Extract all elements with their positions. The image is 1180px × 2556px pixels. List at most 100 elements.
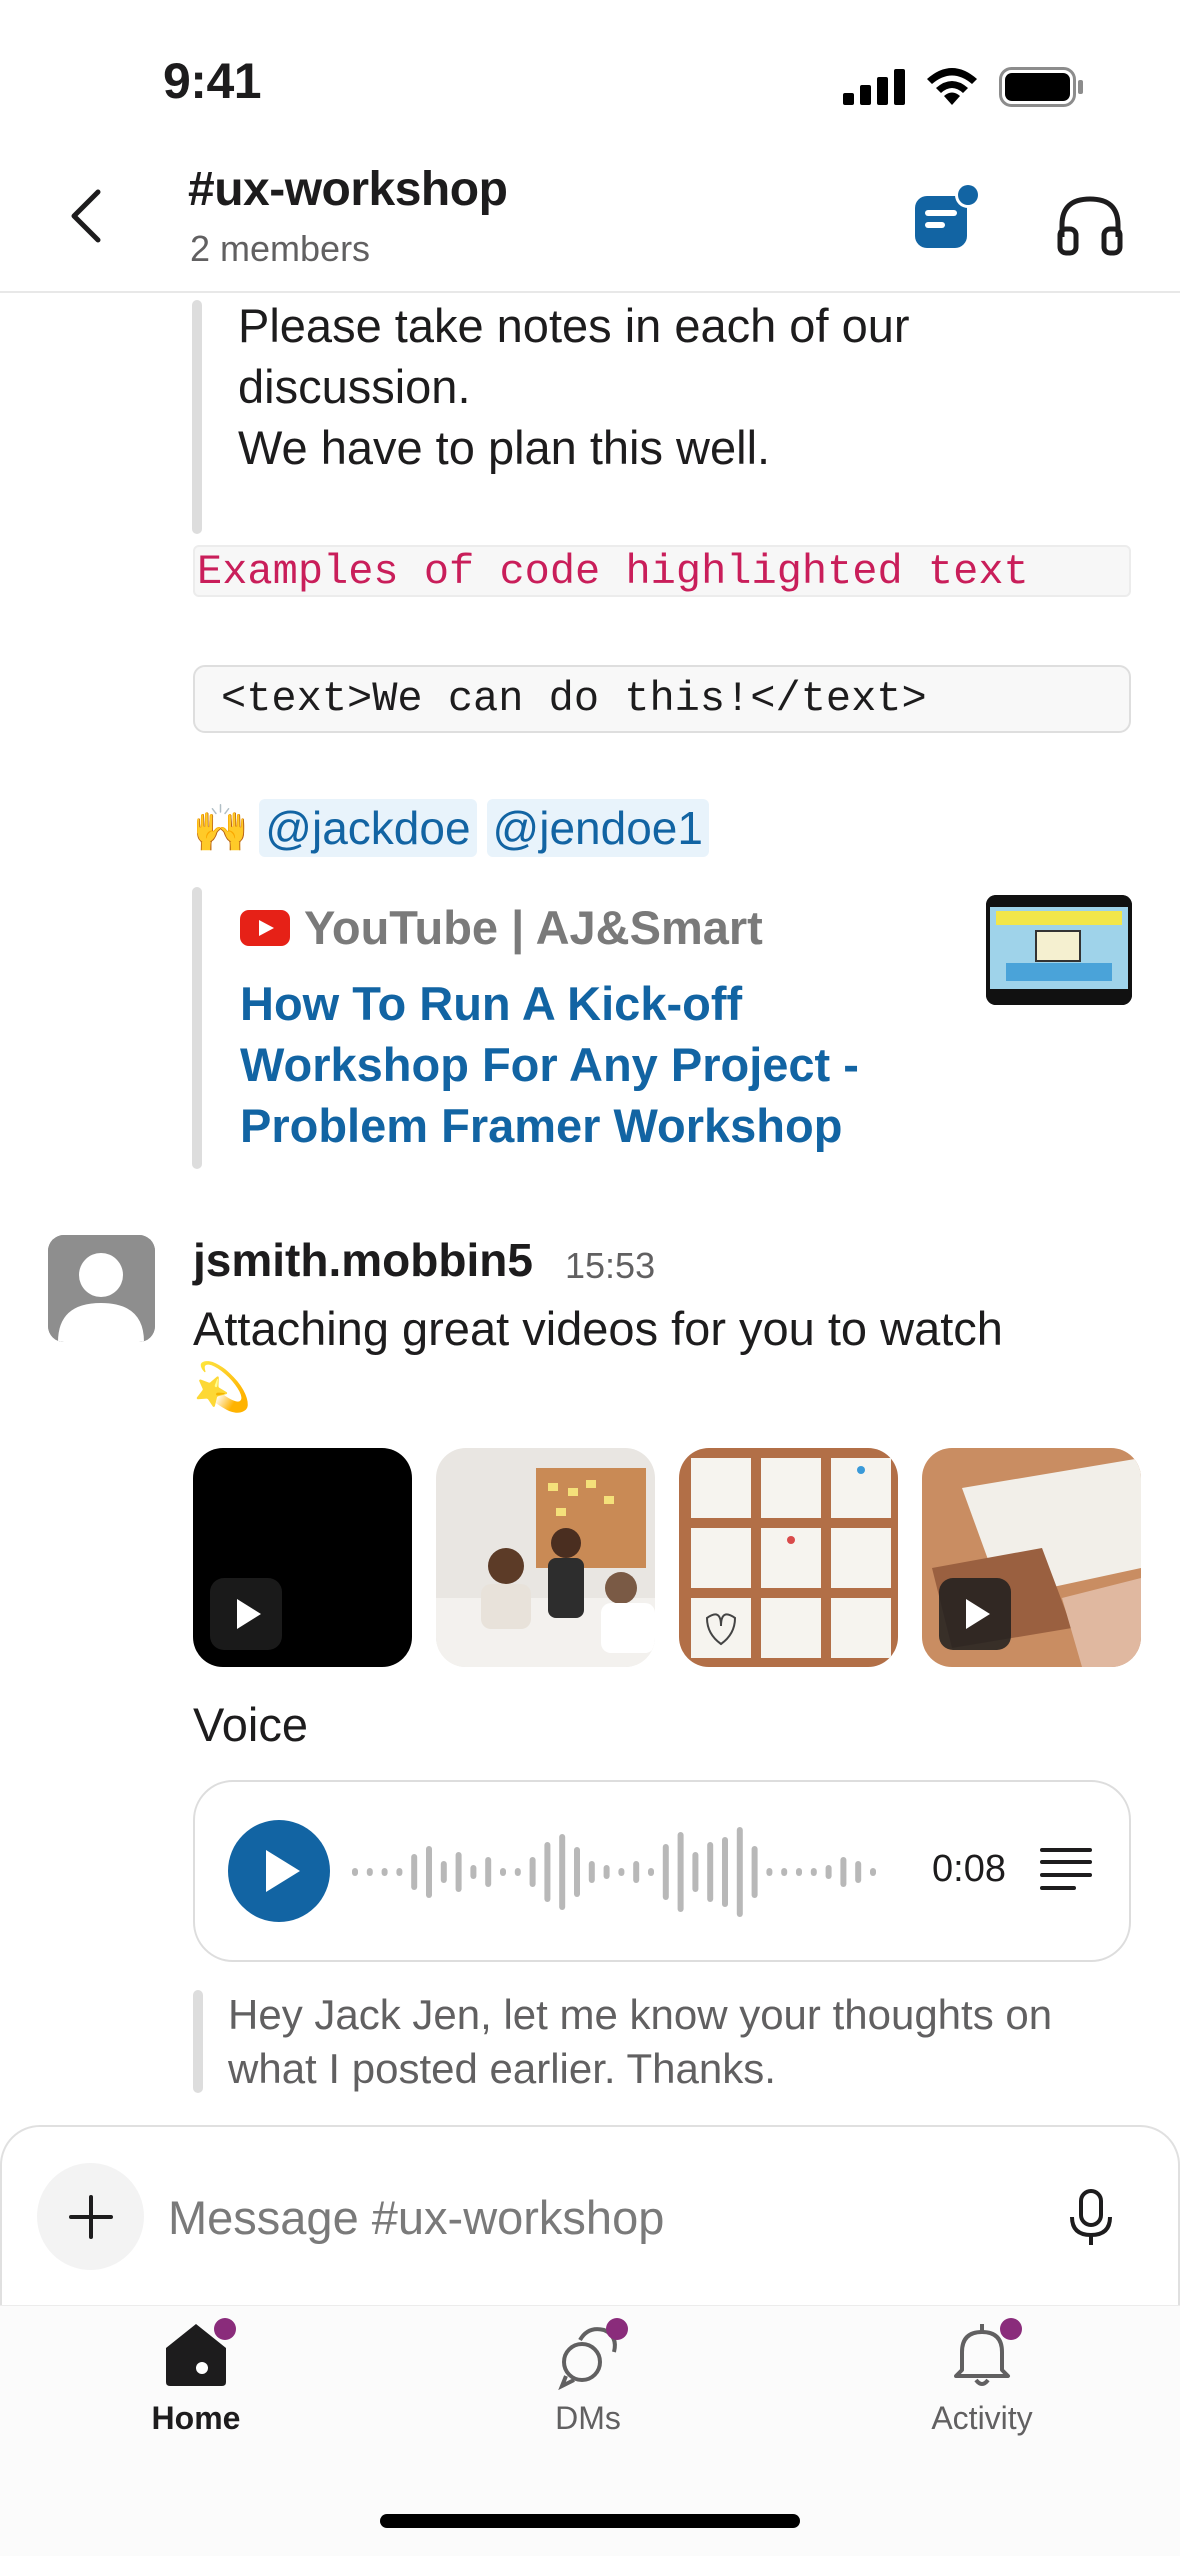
quote-text: Please take notes in each of our discuss… — [238, 295, 910, 478]
avatar[interactable] — [48, 1235, 155, 1342]
video-thumbnail-graphic — [986, 895, 1132, 1005]
voice-duration: 0:08 — [932, 1848, 1006, 1890]
waveform-bar — [366, 1868, 373, 1876]
waveform-bar — [352, 1868, 358, 1876]
back-button[interactable] — [50, 180, 122, 252]
inline-code: Examples of code highlighted text — [193, 545, 1131, 597]
headphones-icon — [1057, 196, 1123, 256]
link-preview-bar — [192, 887, 202, 1169]
waveform-bar — [440, 1861, 447, 1883]
notification-dot — [214, 2318, 236, 2340]
tab-label: Activity — [931, 2400, 1033, 2436]
home-indicator — [380, 2514, 800, 2528]
waveform-bar — [411, 1854, 418, 1890]
message-author[interactable]: jsmith.mobbin5 — [193, 1233, 533, 1287]
waveform[interactable] — [352, 1822, 892, 1922]
waveform-bar — [381, 1868, 388, 1876]
sticky-notes-graphic — [679, 1448, 898, 1667]
raised-hands-emoji: 🙌 — [192, 801, 250, 854]
tab-activity[interactable]: Activity — [882, 2318, 1082, 2458]
video-thumbnail-1[interactable] — [193, 1448, 412, 1667]
waveform-bar — [396, 1868, 403, 1876]
dms-icon — [552, 2318, 628, 2391]
waveform-bar — [544, 1842, 551, 1902]
waveform-bar — [766, 1868, 773, 1876]
code-block: <text>We can do this!</text> — [193, 665, 1131, 733]
waveform-bar — [707, 1842, 714, 1902]
message-input[interactable]: Message #ux-workshop — [168, 2190, 664, 2245]
link-title[interactable]: How To Run A Kick-off Workshop For Any P… — [240, 973, 920, 1156]
mention-jendoe1[interactable]: @jendoe1 — [486, 799, 709, 857]
member-count[interactable]: 2 members — [190, 228, 370, 270]
waveform-bar — [722, 1837, 728, 1907]
waveform-bar — [855, 1861, 862, 1883]
wifi-icon — [927, 68, 977, 105]
notification-dot — [606, 2318, 628, 2340]
message-body: Attaching great videos for you to watch — [193, 1302, 1003, 1355]
link-source: YouTube | AJ&Smart — [240, 900, 763, 955]
link-thumbnail[interactable] — [986, 895, 1132, 1005]
link-title-line: Problem Framer Workshop — [240, 1099, 843, 1152]
waveform-bar — [603, 1865, 610, 1879]
meeting-photo-graphic — [436, 1448, 655, 1667]
waveform-bar — [559, 1834, 566, 1910]
message-text: Attaching great videos for you to watch … — [193, 1300, 1133, 1416]
waveform-bar — [529, 1857, 536, 1887]
tab-dms[interactable]: DMs — [488, 2318, 688, 2458]
waveform-bar — [500, 1868, 506, 1876]
quote-line: Please take notes in each of our — [238, 299, 910, 352]
play-icon — [939, 1578, 1011, 1650]
battery-icon — [999, 67, 1083, 107]
status-icons — [843, 62, 1083, 112]
chevron-left-icon — [71, 189, 101, 243]
link-title-line: How To Run A Kick-off — [240, 977, 743, 1030]
link-title-line: Workshop For Any Project - — [240, 1038, 859, 1091]
canvas-icon — [915, 182, 981, 248]
channel-title[interactable]: #ux-workshop — [188, 162, 508, 217]
transcript-icon[interactable] — [1040, 1848, 1092, 1890]
waveform-bar — [426, 1846, 432, 1898]
waveform-bar — [470, 1865, 477, 1879]
reply-quote-bar — [193, 1990, 203, 2093]
microphone-button[interactable] — [1058, 2185, 1124, 2251]
waveform-bar — [455, 1852, 462, 1892]
microphone-icon — [1070, 2189, 1112, 2245]
waveform-bar — [840, 1857, 847, 1887]
waveform-bar — [574, 1847, 580, 1897]
canvas-button[interactable] — [905, 178, 985, 258]
waveform-bar — [751, 1846, 758, 1898]
add-attachment-button[interactable] — [37, 2163, 144, 2270]
cellular-signal-icon — [843, 69, 905, 105]
waveform-bar — [677, 1832, 684, 1912]
tab-home[interactable]: Home — [96, 2318, 296, 2458]
waveform-bar — [692, 1852, 699, 1892]
waveform-bar — [633, 1861, 640, 1883]
tab-label: Home — [151, 2400, 241, 2436]
notification-dot — [1000, 2318, 1022, 2340]
waveform-bar — [485, 1857, 492, 1887]
bell-icon — [946, 2318, 1022, 2390]
link-source-text: YouTube | AJ&Smart — [304, 901, 763, 954]
channel-header — [0, 150, 1180, 293]
quote-line: We have to plan this well. — [238, 421, 771, 474]
video-thumbnail-4[interactable] — [922, 1448, 1141, 1667]
waveform-bar — [662, 1844, 669, 1900]
image-thumbnail-3[interactable] — [679, 1448, 898, 1667]
waveform-bar — [810, 1868, 817, 1876]
message-time: 15:53 — [565, 1245, 656, 1286]
waveform-bar — [825, 1865, 832, 1879]
home-icon — [160, 2318, 236, 2390]
waveform-bar — [781, 1868, 788, 1876]
voice-play-button[interactable] — [228, 1820, 330, 1922]
dizzy-emoji: 💫 — [193, 1360, 252, 1413]
quote-line: discussion. — [238, 360, 471, 413]
plus-icon — [68, 2194, 113, 2239]
huddle-button[interactable] — [1050, 185, 1130, 265]
image-thumbnail-2[interactable] — [436, 1448, 655, 1667]
youtube-icon — [240, 909, 290, 946]
status-time: 9:41 — [163, 53, 262, 109]
mention-jackdoe[interactable]: @jackdoe — [259, 799, 477, 857]
waveform-bar — [870, 1868, 876, 1876]
waveform-bar — [588, 1861, 595, 1883]
play-icon — [210, 1578, 282, 1650]
